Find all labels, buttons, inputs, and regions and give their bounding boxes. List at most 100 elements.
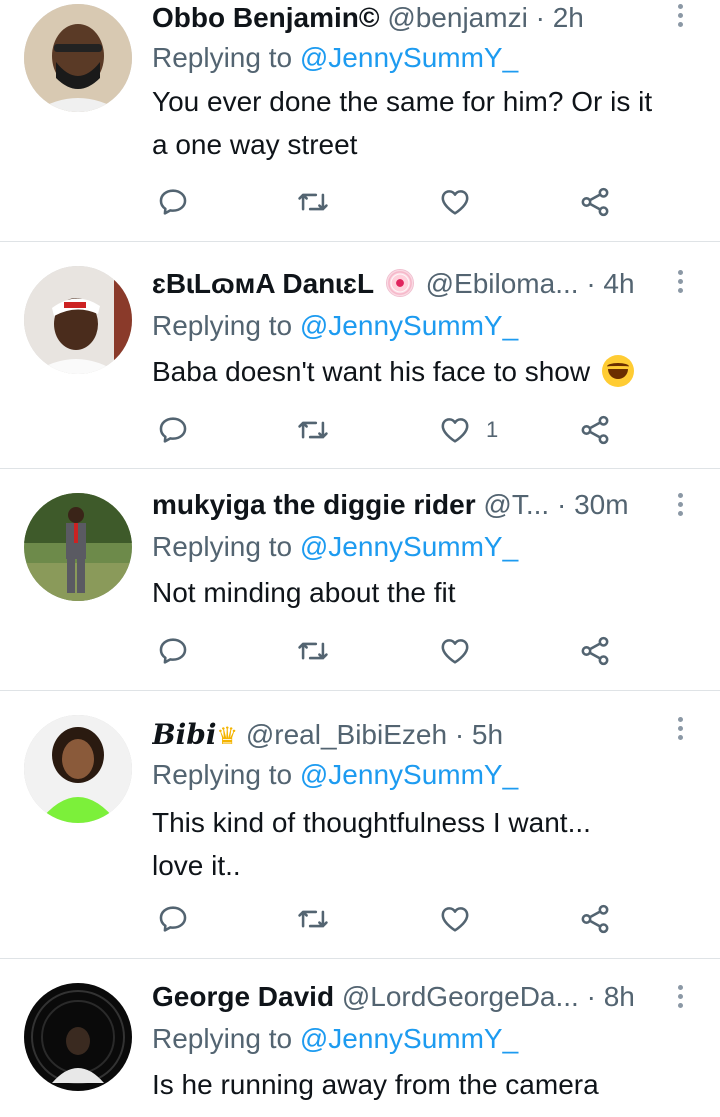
like-button[interactable] <box>438 182 486 222</box>
timestamp[interactable]: 5h <box>472 719 503 750</box>
replying-to: Replying to @JennySummY_ <box>152 1021 518 1057</box>
replying-to-label: Replying to <box>152 42 293 73</box>
retweet-button[interactable] <box>296 899 330 939</box>
share-button[interactable] <box>578 899 612 939</box>
avatar[interactable] <box>24 715 132 823</box>
share-icon <box>581 187 609 217</box>
replying-to-mention[interactable]: @JennySummY_ <box>300 42 518 73</box>
retweet-icon <box>298 193 328 211</box>
retweet-button[interactable] <box>296 631 330 671</box>
tweet-5[interactable]: George David @LordGeorgeDa... · 8h Reply… <box>0 959 720 1117</box>
tweet-header: mukyiga the diggie rider @T... · 30m <box>152 487 670 523</box>
avatar[interactable] <box>24 266 132 374</box>
reply-button[interactable] <box>156 410 190 450</box>
replying-to: Replying to @JennySummY_ <box>152 40 518 76</box>
separator-dot: · <box>454 719 465 750</box>
retweet-button[interactable] <box>296 182 330 222</box>
tweet-text-line: Baba doesn't want his face to show <box>152 350 697 393</box>
author-name[interactable]: ɛBɩLɷмA DanɩɛL <box>152 268 374 299</box>
tweet-header: Bibi♛ @real_BibiEzeh · 5h <box>152 717 670 753</box>
tweet-text-line: This kind of thoughtfulness I want... <box>152 807 591 838</box>
action-bar <box>152 899 632 939</box>
like-count: 1 <box>486 417 499 442</box>
author-handle[interactable]: @T... <box>483 489 549 520</box>
replying-to-mention[interactable]: @JennySummY_ <box>300 531 518 562</box>
retweet-icon <box>298 642 328 660</box>
reply-button[interactable] <box>156 182 190 222</box>
tweet-3[interactable]: mukyiga the diggie rider @T... · 30m Rep… <box>0 469 720 691</box>
share-button[interactable] <box>578 410 612 450</box>
tweet-text: This kind of thoughtfulness I want... lo… <box>152 801 697 887</box>
action-bar <box>152 182 632 222</box>
action-bar: 1 <box>152 410 632 450</box>
author-handle[interactable]: @benjamzi <box>387 2 527 33</box>
timestamp[interactable]: 2h <box>553 2 584 33</box>
tweet-header: George David @LordGeorgeDa... · 8h <box>152 979 670 1015</box>
like-button[interactable] <box>438 631 486 671</box>
reply-icon <box>159 417 187 443</box>
avatar[interactable] <box>24 4 132 112</box>
timestamp[interactable]: 4h <box>603 268 634 299</box>
tweet-text: Baba doesn't want his face to show <box>152 350 697 393</box>
retweet-icon <box>298 910 328 928</box>
reply-icon <box>159 189 187 215</box>
tweet-2[interactable]: ɛBɩLɷмA DanɩɛL @Ebiloma... · 4h Replying… <box>0 242 720 469</box>
share-button[interactable] <box>578 631 612 671</box>
author-name[interactable]: mukyiga the diggie rider <box>152 489 476 520</box>
more-vertical-icon[interactable] <box>674 493 686 521</box>
avatar[interactable] <box>24 983 132 1091</box>
laughing-emoji-icon <box>601 355 634 387</box>
tweet-text-line: Not minding about the fit <box>152 577 456 608</box>
retweet-button[interactable] <box>296 410 330 450</box>
tweet-header: Obbo Benjamin© @benjamzi · 2h <box>152 0 670 36</box>
tweet-4[interactable]: Bibi♛ @real_BibiEzeh · 5h Replying to @J… <box>0 691 720 959</box>
separator-dot: · <box>586 981 596 1012</box>
tweet-text-line: a one way street <box>152 129 358 160</box>
author-name[interactable]: Obbo Benjamin© <box>152 2 380 33</box>
tweet-header: ɛBɩLɷмA DanɩɛL @Ebiloma... · 4h <box>152 266 670 302</box>
tweet-text: You ever done the same for him? Or is it… <box>152 80 697 166</box>
replying-to: Replying to @JennySummY_ <box>152 308 518 344</box>
avatar[interactable] <box>24 493 132 601</box>
more-vertical-icon[interactable] <box>674 717 686 745</box>
reply-icon <box>159 906 187 932</box>
like-button[interactable] <box>438 899 486 939</box>
badge-emoji-icon <box>385 269 414 297</box>
more-vertical-icon[interactable] <box>674 985 686 1013</box>
timestamp[interactable]: 30m <box>574 489 628 520</box>
share-icon <box>581 415 609 445</box>
share-button[interactable] <box>578 182 612 222</box>
share-icon <box>581 904 609 934</box>
share-icon <box>581 636 609 666</box>
author-name[interactable]: George David <box>152 981 334 1012</box>
separator-dot: · <box>556 489 567 520</box>
more-vertical-icon[interactable] <box>674 4 686 32</box>
author-name[interactable]: Bibi <box>152 718 217 751</box>
tweet-text-content: Baba doesn't want his face to show <box>152 356 591 387</box>
replying-to-mention[interactable]: @JennySummY_ <box>300 310 518 341</box>
replying-to-label: Replying to <box>152 759 293 790</box>
like-button[interactable]: 1 <box>438 410 498 450</box>
more-vertical-icon[interactable] <box>674 270 686 298</box>
separator-dot: · <box>535 2 545 33</box>
tweet-text: Is he running away from the camera <box>152 1063 697 1106</box>
replying-to-mention[interactable]: @JennySummY_ <box>300 759 518 790</box>
tweet-text-line: You ever done the same for him? Or is it <box>152 86 653 117</box>
replying-to-mention[interactable]: @JennySummY_ <box>300 1023 518 1054</box>
replying-to-label: Replying to <box>152 310 293 341</box>
replying-to: Replying to @JennySummY_ <box>152 757 518 793</box>
action-bar <box>152 631 632 671</box>
author-handle[interactable]: @Ebiloma... <box>426 268 579 299</box>
reply-icon <box>159 638 187 664</box>
tweet-1[interactable]: Obbo Benjamin© @benjamzi · 2h Replying t… <box>0 0 720 242</box>
timestamp[interactable]: 8h <box>604 981 635 1012</box>
heart-icon <box>441 418 469 443</box>
author-handle[interactable]: @real_BibiEzeh <box>246 719 447 750</box>
heart-icon <box>441 639 469 664</box>
heart-icon <box>441 190 469 215</box>
author-handle[interactable]: @LordGeorgeDa... <box>342 981 579 1012</box>
separator-dot: · <box>586 268 596 299</box>
replying-to-label: Replying to <box>152 1023 293 1054</box>
reply-button[interactable] <box>156 899 190 939</box>
reply-button[interactable] <box>156 631 190 671</box>
